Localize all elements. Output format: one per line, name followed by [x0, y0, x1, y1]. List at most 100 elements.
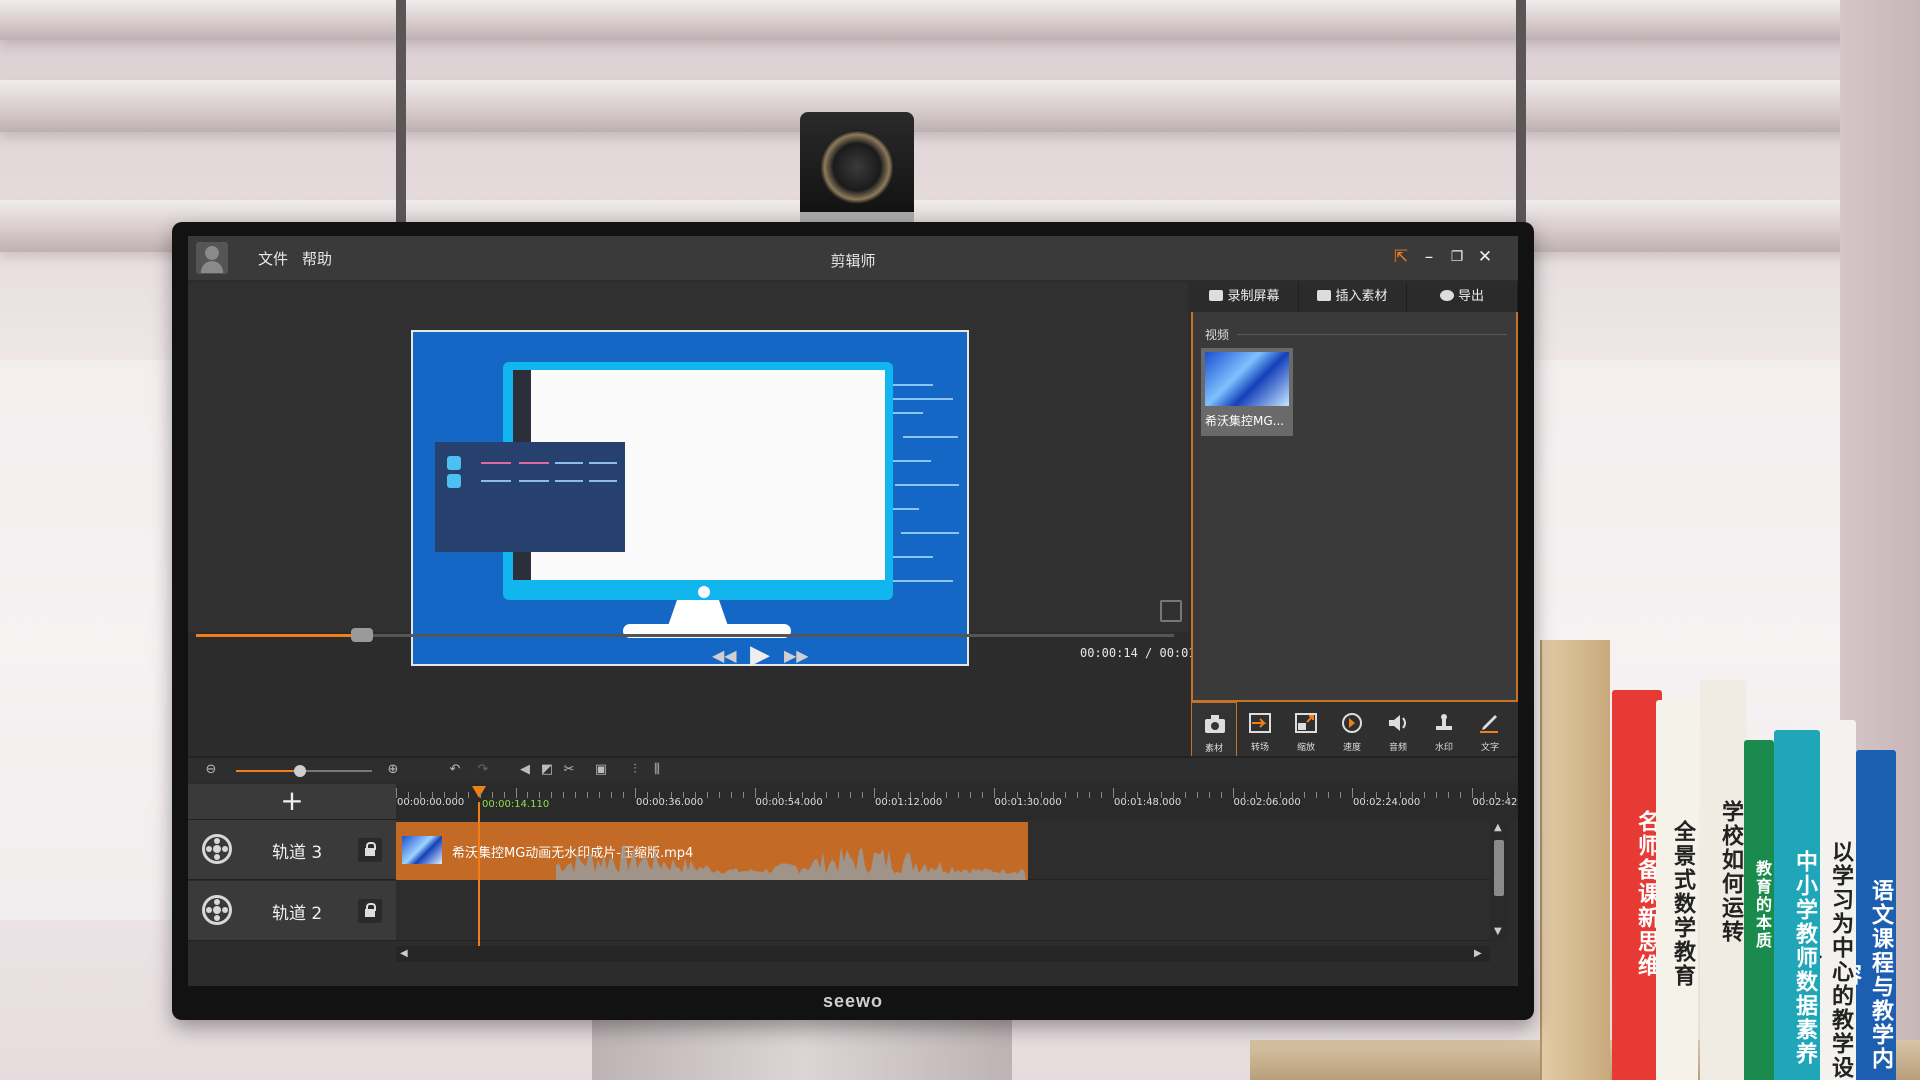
ruler-minor-tick	[933, 792, 935, 798]
tool-transition[interactable]: 转场	[1237, 702, 1283, 756]
monitor-brand: seewo	[822, 991, 884, 1011]
app-window: 文件 帮助 剪辑师 ⇱ – ❐ ✕ ◀◀ ▶ ▶▶ 00:00:14 / 00:…	[188, 236, 1518, 986]
ruler-minor-tick	[850, 792, 852, 798]
video-clip[interactable]: 希沃集控MG动画无水印成片-压缩版.mp4	[396, 822, 1028, 880]
tab-record-screen[interactable]: 录制屏幕	[1191, 282, 1299, 312]
media-item[interactable]: 希沃集控MG...	[1201, 348, 1293, 436]
undo-icon[interactable]: ↶	[448, 763, 462, 777]
cut-icon[interactable]: ✂	[562, 763, 576, 777]
play-icon[interactable]: ▶	[750, 640, 770, 670]
tool-label: 音频	[1388, 743, 1407, 753]
restore-down-icon[interactable]: ⇱	[1390, 246, 1412, 268]
tab-export[interactable]: 导出	[1407, 282, 1518, 312]
book: 名师备课新思维	[1612, 690, 1662, 1080]
crop-icon[interactable]: ◩	[540, 763, 554, 777]
add-track-button[interactable]: +	[188, 784, 396, 820]
tool-zoom[interactable]: 缩放	[1283, 702, 1329, 756]
ruler-minor-tick	[587, 792, 589, 798]
illustration-popup	[435, 442, 625, 552]
tool-media[interactable]: 素材	[1191, 702, 1237, 756]
scrollbar-thumb[interactable]	[1494, 840, 1504, 896]
track-lane[interactable]: 希沃集控MG动画无水印成片-压缩版.mp4	[396, 820, 1490, 880]
tool-label: 水印	[1434, 743, 1453, 753]
ruler-minor-tick	[539, 792, 541, 798]
ruler-minor-tick	[1124, 792, 1126, 798]
book-title: 中小学教师数据素养	[1792, 850, 1817, 1066]
playback-progress[interactable]	[196, 628, 1174, 642]
ruler-minor-tick	[1053, 792, 1055, 798]
ruler-minor-tick	[419, 792, 421, 798]
book-title: 教育的本质	[1753, 860, 1772, 950]
ruler-minor-tick	[1280, 792, 1282, 798]
film-reel-icon	[202, 895, 232, 925]
ruler-label: 00:01:30.000	[994, 797, 1062, 808]
ruler-minor-tick	[443, 792, 445, 798]
ruler-minor-tick	[826, 792, 828, 798]
time-ruler[interactable]: 00:00:14.110 00:00:00.000 00:00:36.000 00:…	[396, 784, 1518, 820]
ruler-minor-tick	[1017, 792, 1019, 798]
ruler-minor-tick	[670, 792, 672, 798]
tool-watermark[interactable]: 水印	[1421, 702, 1467, 756]
playback-progress-handle[interactable]	[351, 628, 374, 642]
zoom-in-icon[interactable]: ⊕	[386, 763, 400, 777]
maximize-icon[interactable]: ❐	[1446, 246, 1468, 268]
horizontal-scrollbar[interactable]: ◀ ▶	[396, 946, 1490, 962]
ruler-minor-tick	[1041, 792, 1043, 798]
ruler-minor-tick	[1029, 792, 1031, 798]
ruler-minor-tick	[706, 792, 708, 798]
ruler-minor-tick	[1340, 792, 1342, 798]
ruler-minor-tick	[945, 792, 947, 798]
vertical-scrollbar[interactable]: ▲ ▼	[1490, 820, 1508, 942]
ruler-label: 00:00:00.000	[397, 797, 465, 808]
ruler-minor-tick	[1459, 792, 1461, 798]
ruler-minor-tick	[1375, 792, 1377, 798]
pen-icon	[1480, 715, 1498, 733]
book: 中小学教师数据素养	[1774, 730, 1820, 1080]
scroll-up-icon[interactable]: ▲	[1494, 822, 1502, 833]
unlock-icon[interactable]	[358, 899, 382, 923]
camera-icon	[1205, 715, 1225, 733]
track-lane[interactable]	[396, 881, 1490, 941]
scroll-down-icon[interactable]: ▼	[1494, 926, 1502, 937]
mute-icon[interactable]: ◀	[518, 763, 532, 777]
book-title: 以学习为中心的教学设计	[1820, 840, 1853, 1080]
fullscreen-icon[interactable]	[1160, 600, 1182, 622]
tool-speed[interactable]: 速度	[1329, 702, 1375, 756]
playhead-time: 00:00:14.110	[482, 799, 550, 810]
ruler-minor-tick	[909, 792, 911, 798]
zoom-out-icon[interactable]: ⊖	[204, 763, 218, 777]
minimize-icon[interactable]: –	[1418, 246, 1440, 268]
close-icon[interactable]: ✕	[1474, 246, 1496, 268]
window-blind	[0, 80, 1920, 132]
ruler-minor-tick	[658, 792, 660, 798]
split-icon[interactable]: ⫶	[628, 763, 642, 777]
tool-label: 素材	[1204, 744, 1223, 754]
ruler-minor-tick	[897, 792, 899, 798]
ruler-minor-tick	[1495, 792, 1497, 798]
tool-label: 速度	[1342, 743, 1361, 753]
book: 语文课程与教学内容	[1856, 750, 1896, 1080]
blind-cord	[1516, 0, 1526, 230]
tab-insert-media[interactable]: 插入素材	[1299, 282, 1407, 312]
speed-icon	[1342, 713, 1362, 733]
scroll-left-icon[interactable]: ◀	[400, 948, 408, 959]
ruler-minor-tick	[1244, 792, 1246, 798]
unlock-icon[interactable]	[358, 838, 382, 862]
tool-text[interactable]: 文字	[1467, 702, 1513, 756]
rewind-icon[interactable]: ◀◀	[712, 646, 737, 665]
scroll-right-icon[interactable]: ▶	[1474, 948, 1482, 959]
playhead-line[interactable]	[478, 802, 480, 946]
align-icon[interactable]: ⫼	[650, 763, 664, 777]
ruler-minor-tick	[407, 792, 409, 798]
tool-audio[interactable]: 音频	[1375, 702, 1421, 756]
fast-forward-icon[interactable]: ▶▶	[784, 646, 809, 665]
ruler-minor-tick	[957, 792, 959, 798]
ruler-minor-tick	[551, 792, 553, 798]
zoom-handle[interactable]	[293, 765, 306, 777]
video-frame[interactable]	[411, 330, 969, 666]
timeline-zoom-slider[interactable]	[236, 765, 372, 777]
redo-icon[interactable]: ↷	[476, 763, 490, 777]
ruler-minor-tick	[730, 792, 732, 798]
delete-icon[interactable]: ▣	[594, 763, 608, 777]
panel-tabs: 录制屏幕 插入素材 导出	[1191, 282, 1518, 312]
